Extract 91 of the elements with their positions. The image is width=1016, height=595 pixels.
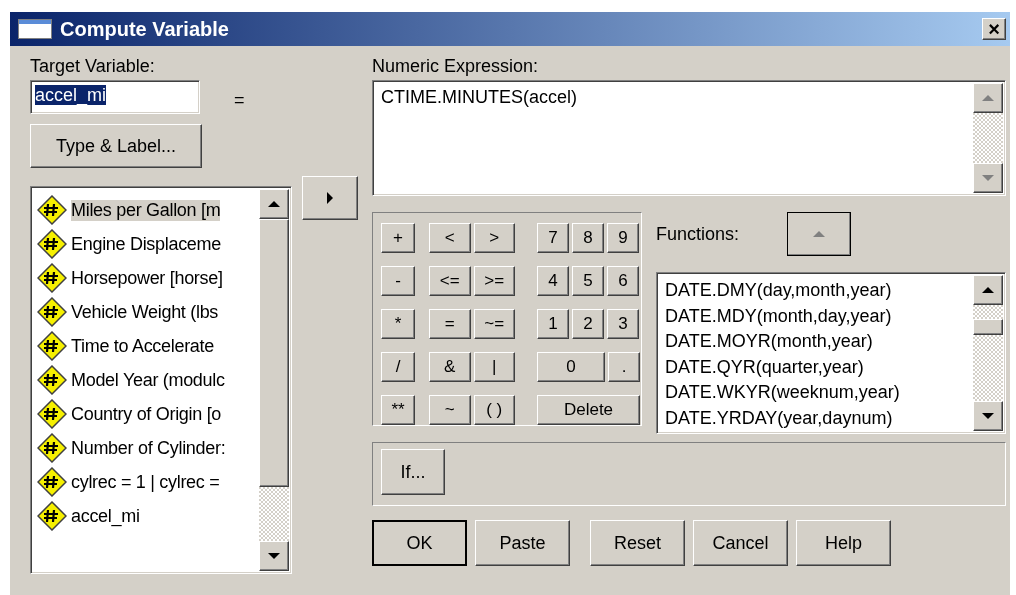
scale-variable-icon (37, 399, 67, 429)
variable-item[interactable]: Horsepower [horse] (71, 267, 223, 289)
dialog-button[interactable]: Help (796, 520, 891, 566)
keypad-key[interactable]: 0 (537, 352, 605, 382)
keypad-key[interactable]: 9 (607, 223, 639, 253)
down-arrow-icon (981, 412, 995, 420)
dialog-button[interactable]: Cancel (693, 520, 788, 566)
function-item[interactable]: DATE.DMY(day,month,year) (665, 278, 967, 304)
scale-variable-icon (37, 365, 67, 395)
keypad-key[interactable]: Delete (537, 395, 640, 425)
insert-function-button[interactable] (787, 212, 852, 256)
keypad-key[interactable]: 2 (572, 309, 604, 339)
expression-field[interactable]: CTIME.MINUTES(accel) (372, 80, 1006, 196)
keypad-key[interactable]: + (381, 223, 415, 253)
scroll-up-button[interactable] (973, 83, 1003, 113)
up-arrow-icon (981, 286, 995, 294)
variable-item[interactable]: cylrec = 1 | cylrec = (71, 471, 220, 493)
function-item[interactable]: DATE.WKYR(weeknum,year) (665, 380, 967, 406)
keypad-key[interactable]: 6 (607, 266, 639, 296)
equals-sign: = (234, 90, 245, 111)
scroll-down-button[interactable] (973, 401, 1003, 431)
keypad-key[interactable]: ~ (429, 395, 471, 425)
keypad-key[interactable]: . (608, 352, 640, 382)
functions-label: Functions: (656, 223, 740, 245)
variable-item[interactable]: Vehicle Weight (lbs (71, 301, 219, 323)
scale-variable-icon (37, 195, 67, 225)
keypad-key[interactable]: ~= (473, 309, 515, 339)
variable-item[interactable]: accel_mi (71, 505, 140, 527)
scroll-thumb[interactable] (259, 219, 289, 487)
function-item[interactable]: DATE.YRDAY(year,daynum) (665, 405, 967, 431)
function-item[interactable]: DATE.MOYR(month,year) (665, 329, 967, 355)
variable-item[interactable]: Engine Displaceme (71, 233, 221, 255)
keypad-key[interactable]: & (429, 352, 471, 382)
variable-item[interactable]: Model Year (modulc (71, 369, 225, 391)
keypad-key[interactable]: - (381, 266, 415, 296)
target-variable-field[interactable]: accel_mi (30, 80, 200, 114)
up-arrow-icon (267, 200, 281, 208)
target-variable-label: Target Variable: (30, 56, 156, 77)
scroll-down-button[interactable] (259, 541, 289, 571)
scrollbar[interactable] (259, 189, 289, 571)
keypad-key[interactable]: * (381, 309, 415, 339)
scale-variable-icon (37, 331, 67, 361)
dialog-button[interactable]: OK (372, 520, 467, 566)
keypad-key[interactable]: / (381, 352, 415, 382)
scrollbar[interactable] (973, 275, 1003, 431)
scroll-thumb[interactable] (973, 319, 1003, 335)
function-item[interactable]: DATE.MDY(month,day,year) (665, 303, 967, 329)
up-arrow-icon (812, 230, 827, 238)
expression-text: CTIME.MINUTES(accel) (380, 86, 578, 109)
window-icon (18, 19, 52, 39)
window-title: Compute Variable (60, 17, 230, 41)
scroll-down-button[interactable] (973, 163, 1003, 193)
variable-item[interactable]: Time to Accelerate (71, 335, 214, 357)
keypad-key[interactable]: = (429, 309, 471, 339)
scale-variable-icon (37, 297, 67, 327)
variable-item[interactable]: Number of Cylinder: (71, 437, 226, 459)
numeric-expression-label: Numeric Expression: (372, 56, 540, 77)
scale-variable-icon (37, 229, 67, 259)
move-right-button[interactable] (302, 176, 358, 220)
keypad-key[interactable]: < (429, 223, 471, 253)
type-label-button[interactable]: Type & Label... (30, 124, 202, 168)
function-item[interactable]: DATE.QYR(quarter,year) (665, 354, 967, 380)
scale-variable-icon (37, 501, 67, 531)
scrollbar[interactable] (973, 83, 1003, 193)
keypad-key[interactable]: 5 (572, 266, 604, 296)
scale-variable-icon (37, 433, 67, 463)
dialog-button[interactable]: Reset (590, 520, 685, 566)
scale-variable-icon (37, 467, 67, 497)
keypad-key[interactable]: 1 (537, 309, 569, 339)
if-button[interactable]: If... (381, 449, 445, 495)
keypad-key[interactable]: >= (473, 266, 515, 296)
keypad-key[interactable]: > (473, 223, 515, 253)
close-button[interactable]: × (982, 18, 1006, 40)
keypad-key[interactable]: 7 (537, 223, 569, 253)
keypad-key[interactable]: <= (429, 266, 471, 296)
right-arrow-icon (326, 191, 334, 205)
keypad-key[interactable]: 4 (537, 266, 569, 296)
keypad-key[interactable]: | (473, 352, 515, 382)
keypad-key[interactable]: 8 (572, 223, 604, 253)
variable-item[interactable]: Miles per Gallon [m (71, 199, 221, 221)
down-arrow-icon (981, 174, 995, 182)
keypad-key[interactable]: 3 (607, 309, 639, 339)
keypad-key[interactable]: ( ) (473, 395, 515, 425)
scroll-up-button[interactable] (259, 189, 289, 219)
variable-item[interactable]: Country of Origin [o (71, 403, 222, 425)
dialog-button[interactable]: Paste (475, 520, 570, 566)
keypad-key[interactable]: ** (381, 395, 415, 425)
scale-variable-icon (37, 263, 67, 293)
up-arrow-icon (981, 94, 995, 102)
scroll-up-button[interactable] (973, 275, 1003, 305)
down-arrow-icon (267, 552, 281, 560)
